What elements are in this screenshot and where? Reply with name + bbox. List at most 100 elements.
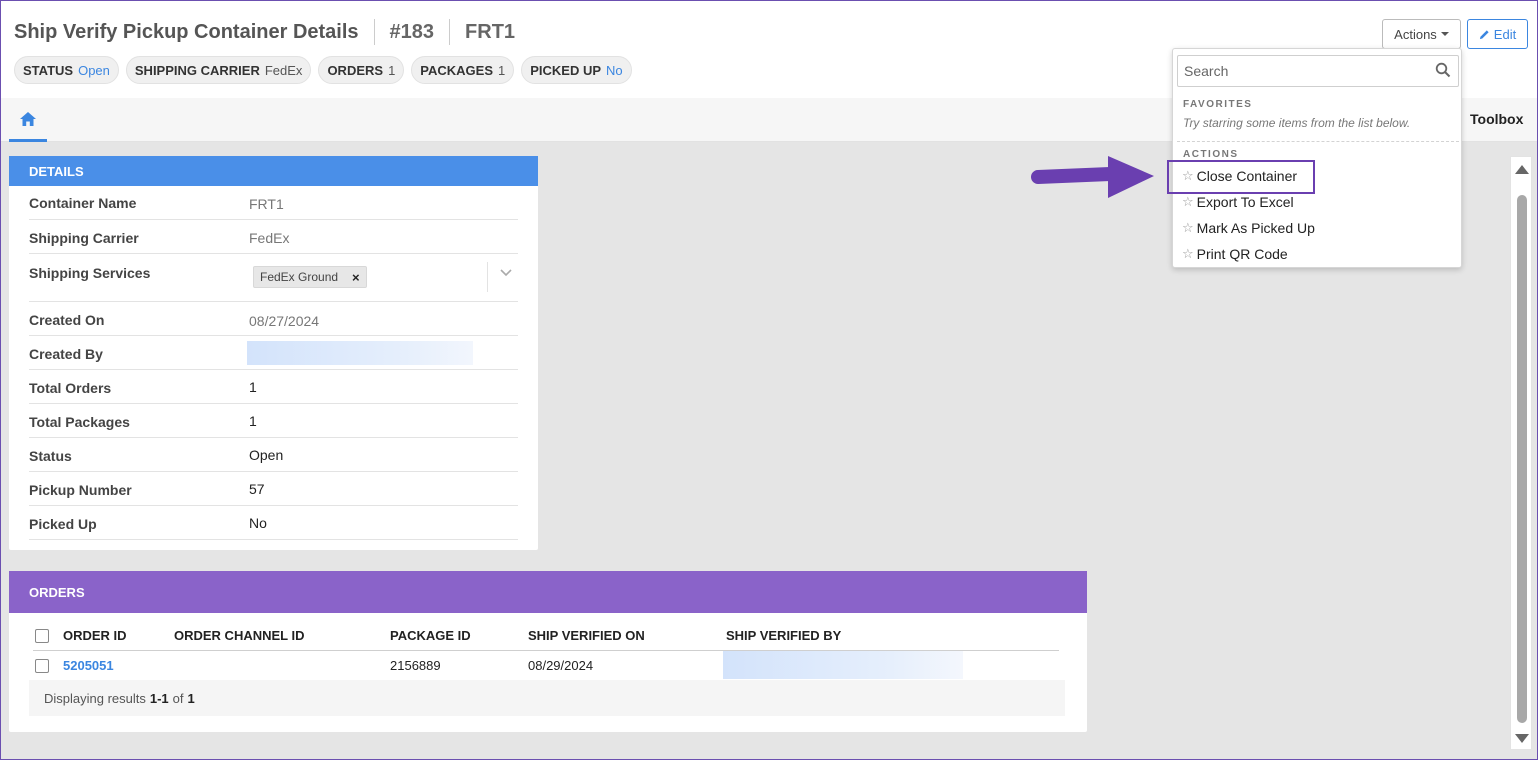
star-icon[interactable]: ☆ (1182, 220, 1194, 236)
pill-key: SHIPPING CARRIER (134, 62, 260, 78)
column-header-ship-verified-on[interactable]: SHIP VERIFIED ON (528, 628, 645, 643)
pill-packages: PACKAGES 1 (411, 56, 515, 84)
pill-value: Open (78, 62, 110, 78)
detail-label: Shipping Services (29, 265, 151, 281)
pill-key: ORDERS (327, 62, 384, 78)
pill-value: FedEx (264, 62, 303, 78)
column-header-package-id[interactable]: PACKAGE ID (390, 628, 471, 643)
orders-card: ORDERS ORDER ID ORDER CHANNEL ID PACKAGE… (9, 571, 1087, 732)
scroll-thumb[interactable] (1517, 195, 1527, 723)
column-header-ship-verified-by[interactable]: SHIP VERIFIED BY (726, 628, 841, 643)
shipping-service-chip: FedEx Ground × (253, 266, 367, 288)
toolbox-tab[interactable]: Toolbox (1470, 111, 1523, 127)
chip-remove-icon[interactable]: × (352, 270, 360, 285)
edit-button-label: Edit (1493, 26, 1517, 42)
detail-row-total-orders: Total Orders 1 (29, 370, 518, 404)
detail-label: Container Name (29, 195, 137, 211)
section-divider (1177, 141, 1459, 142)
pencil-icon (1479, 29, 1489, 39)
detail-label: Total Packages (29, 414, 130, 430)
detail-value: Open (249, 447, 284, 463)
order-id-link[interactable]: 5205051 (63, 658, 114, 673)
record-name: FRT1 (465, 20, 516, 43)
results-prefix: Displaying results (44, 690, 146, 706)
search-icon (1435, 62, 1451, 78)
package-id: 2156889 (390, 658, 441, 673)
pill-orders: ORDERS 1 (318, 56, 405, 84)
select-all-checkbox[interactable] (35, 629, 49, 643)
pill-key: PACKAGES (420, 62, 494, 78)
ship-verified-on: 08/29/2024 (528, 658, 594, 673)
detail-row-total-packages: Total Packages 1 (29, 404, 518, 438)
chip-label: FedEx Ground (260, 270, 339, 284)
favorites-section-label: FAVORITES (1183, 99, 1253, 110)
detail-label: Created On (29, 312, 105, 328)
detail-value: 57 (249, 481, 265, 497)
detail-value: 08/27/2024 (249, 313, 320, 329)
actions-button-label: Actions (1394, 26, 1437, 42)
pagination-info: Displaying results 1-1 of 1 (29, 680, 1065, 716)
column-header-order-id[interactable]: ORDER ID (63, 628, 127, 643)
detail-value: FRT1 (249, 196, 284, 212)
detail-row-pickup-number: Pickup Number 57 (29, 472, 518, 506)
results-of: of (172, 690, 184, 706)
title-divider (449, 19, 451, 45)
orders-table-header: ORDER ID ORDER CHANNEL ID PACKAGE ID SHI… (33, 621, 1059, 651)
pill-picked-up: PICKED UP No (521, 56, 632, 84)
pill-value: 1 (498, 62, 506, 78)
select-divider (487, 262, 488, 292)
column-header-order-channel-id[interactable]: ORDER CHANNEL ID (174, 628, 305, 643)
pill-key: PICKED UP (530, 62, 602, 78)
actions-search-input[interactable] (1177, 55, 1459, 87)
results-range: 1-1 (149, 690, 169, 706)
summary-pills: STATUS Open SHIPPING CARRIER FedEx ORDER… (14, 56, 632, 84)
edit-button[interactable]: Edit (1467, 19, 1528, 49)
pill-shipping-carrier: SHIPPING CARRIER FedEx (125, 56, 312, 84)
menu-item-print-qr-code[interactable]: ☆ Print QR Code (1182, 243, 1288, 265)
favorites-hint: Try starring some items from the list be… (1183, 116, 1411, 130)
detail-row-created-by: Created By (29, 336, 518, 370)
page-title: Ship Verify Pickup Container Details (14, 20, 359, 43)
chevron-down-icon[interactable] (499, 268, 513, 278)
pill-status: STATUS Open (14, 56, 119, 84)
star-icon[interactable]: ☆ (1182, 194, 1194, 210)
pill-value: No (606, 62, 623, 78)
results-total: 1 (187, 690, 195, 706)
pill-key: STATUS (23, 62, 74, 78)
tab-home[interactable] (9, 98, 47, 142)
vertical-scrollbar[interactable] (1510, 156, 1532, 750)
menu-item-export-to-excel[interactable]: ☆ Export To Excel (1182, 191, 1294, 213)
detail-label: Total Orders (29, 380, 112, 396)
detail-value: 1 (249, 413, 257, 429)
menu-item-label: Export To Excel (1196, 194, 1294, 210)
details-card: DETAILS Container Name FRT1 Shipping Car… (9, 156, 538, 550)
detail-label: Shipping Carrier (29, 230, 139, 246)
record-number: #183 (389, 20, 435, 43)
menu-item-close-container[interactable]: ☆ Close Container (1182, 165, 1297, 187)
actions-button[interactable]: Actions (1382, 19, 1461, 49)
menu-item-label: Close Container (1196, 168, 1298, 184)
star-icon[interactable]: ☆ (1182, 246, 1194, 262)
pill-value: 1 (388, 62, 396, 78)
detail-row-status: Status Open (29, 438, 518, 472)
detail-row-picked-up: Picked Up No (29, 506, 518, 540)
caret-down-icon (1440, 32, 1449, 36)
orders-heading: ORDERS (9, 571, 1087, 613)
detail-label: Created By (29, 346, 103, 362)
menu-item-label: Print QR Code (1196, 246, 1288, 262)
star-icon[interactable]: ☆ (1182, 168, 1194, 184)
details-heading: DETAILS (9, 156, 538, 186)
scroll-up-arrow-icon[interactable] (1515, 165, 1529, 174)
detail-value: 1 (249, 379, 257, 395)
detail-label: Pickup Number (29, 482, 132, 498)
detail-row-container-name: Container Name FRT1 (29, 186, 518, 220)
actions-section-label: ACTIONS (1183, 149, 1239, 160)
row-checkbox[interactable] (35, 659, 49, 673)
detail-row-shipping-services[interactable]: Shipping Services FedEx Ground × (29, 254, 518, 302)
menu-item-mark-as-picked-up[interactable]: ☆ Mark As Picked Up (1182, 217, 1315, 239)
detail-row-created-on: Created On 08/27/2024 (29, 302, 518, 336)
scroll-down-arrow-icon[interactable] (1515, 734, 1529, 743)
home-icon (20, 111, 36, 126)
title-divider (373, 19, 375, 45)
actions-dropdown-menu: FAVORITES Try starring some items from t… (1172, 48, 1462, 268)
